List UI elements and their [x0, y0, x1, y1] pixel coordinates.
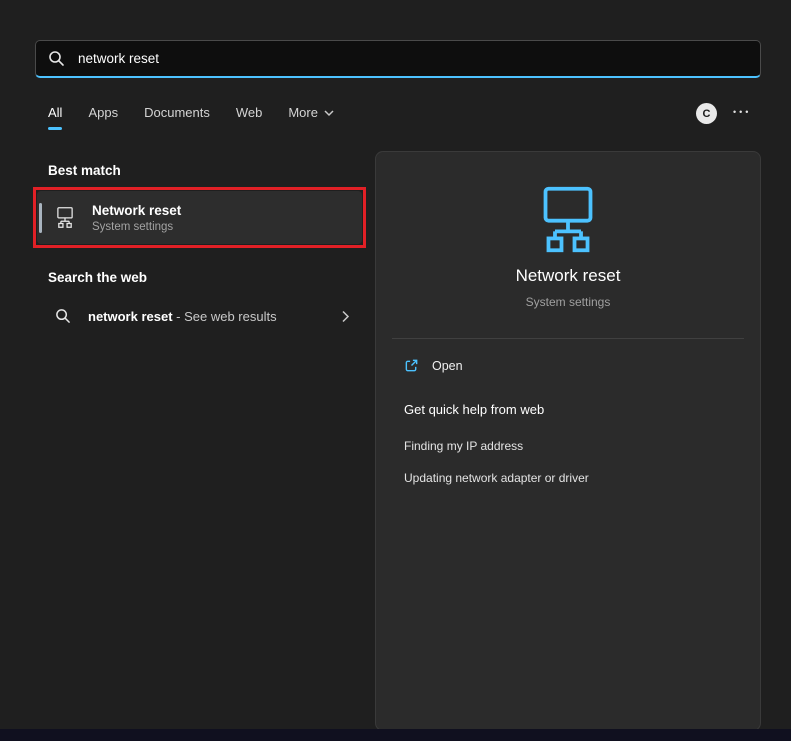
filter-tabs: All Apps Documents Web More [48, 105, 334, 130]
taskbar-strip [0, 729, 791, 741]
best-match-text: Network reset System settings [92, 203, 181, 233]
user-avatar[interactable]: C [696, 103, 717, 124]
help-link-finding-ip[interactable]: Finding my IP address [404, 439, 523, 453]
tab-all[interactable]: All [48, 105, 62, 130]
web-result-text: network reset - See web results [88, 309, 277, 324]
search-input[interactable] [76, 50, 748, 67]
tab-documents[interactable]: Documents [144, 105, 210, 130]
more-options-button[interactable]: ••• [733, 107, 751, 117]
preview-panel: Network reset System settings Open Get q… [375, 151, 761, 731]
preview-subtitle: System settings [376, 295, 760, 309]
tab-web[interactable]: Web [236, 105, 263, 130]
tab-apps[interactable]: Apps [88, 105, 118, 130]
help-link-updating-adapter[interactable]: Updating network adapter or driver [404, 471, 589, 485]
network-reset-icon [53, 206, 77, 229]
best-match-heading: Best match [48, 163, 121, 178]
best-match-result[interactable]: Network reset System settings [37, 191, 362, 244]
quick-help-heading: Get quick help from web [404, 402, 544, 417]
selection-indicator [39, 203, 42, 233]
search-the-web-heading: Search the web [48, 270, 147, 285]
search-flyout: All Apps Documents Web More C ••• Best m… [0, 0, 791, 741]
tab-more[interactable]: More [288, 105, 334, 130]
search-box[interactable] [35, 40, 761, 78]
open-label: Open [432, 359, 463, 373]
open-action[interactable]: Open [404, 358, 463, 373]
open-external-icon [404, 358, 419, 373]
divider [392, 338, 744, 339]
best-match-title: Network reset [92, 203, 181, 218]
search-icon [55, 308, 71, 324]
chevron-right-icon [341, 310, 350, 323]
web-result-query: network reset [88, 309, 173, 324]
chevron-down-icon [324, 108, 334, 117]
network-reset-large-icon [530, 184, 606, 260]
preview-title: Network reset [376, 266, 760, 286]
web-search-result[interactable]: network reset - See web results [37, 296, 362, 336]
search-icon [48, 50, 65, 67]
web-result-suffix: - See web results [173, 309, 277, 324]
best-match-subtitle: System settings [92, 221, 181, 233]
tab-more-label: More [288, 105, 318, 120]
